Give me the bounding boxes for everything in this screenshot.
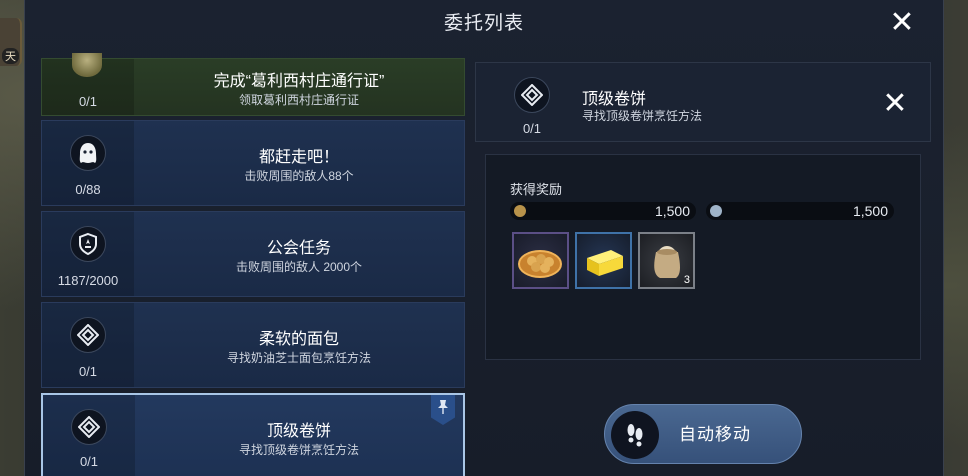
auto-move-label: 自动移动: [679, 425, 751, 444]
reward-slot-flour[interactable]: 3: [638, 232, 695, 289]
side-badge-text: 天: [2, 48, 19, 64]
panel-title: 委托列表: [443, 13, 524, 34]
seed-icon: [72, 53, 102, 77]
silver-reward-bar: 1,500: [706, 202, 894, 220]
auto-move-button[interactable]: 自动移动: [604, 404, 802, 464]
guild-shield-icon: [70, 226, 106, 262]
quest-count: 0/1: [78, 364, 98, 379]
quest-item-left: 0/1: [42, 53, 134, 115]
quest-desc: 击败周围的敌人88个: [244, 169, 354, 183]
gold-reward-value: 1,500: [654, 203, 690, 219]
quest-desc: 寻找顶级卷饼烹饪方法: [238, 443, 359, 457]
quest-list-panel: 委托列表 ✕ 0/1 完成“葛利西村庄通行证” 领取葛利西村庄通行证 0/88 …: [24, 0, 944, 476]
reward-slot-bread[interactable]: [512, 232, 569, 289]
quest-detail-header: 0/1 顶级卷饼 寻找顶级卷饼烹饪方法 ✕: [475, 62, 931, 142]
ghost-icon: [70, 135, 106, 171]
side-status-badge: 天: [0, 18, 22, 66]
close-detail-button[interactable]: ✕: [880, 89, 910, 119]
quest-item-left: 1187/2000: [42, 212, 134, 296]
quest-item-guild[interactable]: 1187/2000 公会任务 击败周围的敌人 2000个: [41, 211, 465, 297]
quest-count: 0/88: [75, 182, 101, 197]
quest-name: 顶级卷饼: [266, 423, 331, 440]
cheese-block-icon: [587, 250, 623, 276]
rewards-label: 获得奖励: [510, 182, 563, 197]
silver-coin-icon: [710, 205, 722, 217]
rewards-box: 获得奖励 1,500 1,500 3: [485, 154, 921, 360]
quest-name: 都赶走吧！: [258, 149, 339, 166]
quest-item-left: 0/1: [43, 395, 135, 476]
recipe-diamond-icon: [514, 77, 550, 113]
close-panel-button[interactable]: ✕: [887, 8, 917, 38]
quest-item-top-wrap[interactable]: 0/1 顶级卷饼 寻找顶级卷饼烹饪方法: [41, 393, 465, 476]
quest-desc: 领取葛利西村庄通行证: [238, 93, 359, 107]
silver-reward-value: 1,500: [852, 203, 888, 219]
quest-desc: 寻找奶油芝士面包烹饪方法: [226, 351, 371, 365]
reward-slot-cheese[interactable]: [575, 232, 632, 289]
quest-item-drive-away[interactable]: 0/88 都赶走吧！ 击败周围的敌人88个: [41, 120, 465, 206]
quest-list: 0/1 完成“葛利西村庄通行证” 领取葛利西村庄通行证 0/88 都赶走吧！ 击…: [41, 53, 465, 476]
gold-reward-bar: 1,500: [510, 202, 696, 220]
detail-desc: 寻找顶级卷饼烹饪方法: [582, 109, 703, 123]
quest-item-left: 0/88: [42, 121, 134, 205]
recipe-diamond-icon: [71, 409, 107, 445]
reward-qty: 3: [683, 274, 690, 286]
quest-name: 完成“葛利西村庄通行证”: [213, 73, 385, 90]
detail-count: 0/1: [522, 121, 542, 136]
bread-basket-icon: [518, 250, 562, 278]
footsteps-icon: [611, 411, 659, 459]
quest-name: 公会任务: [266, 240, 331, 257]
quest-name: 柔软的面包: [258, 331, 339, 348]
quest-count: 1187/2000: [57, 273, 119, 288]
recipe-diamond-icon: [70, 317, 106, 353]
quest-item-soft-bread[interactable]: 0/1 柔软的面包 寻找奶油芝士面包烹饪方法: [41, 302, 465, 388]
quest-count: 0/1: [78, 94, 98, 109]
quest-desc: 击败周围的敌人 2000个: [235, 260, 363, 274]
detail-name: 顶级卷饼: [582, 91, 647, 108]
quest-item-left: 0/1: [42, 303, 134, 387]
gold-coin-icon: [514, 205, 526, 217]
quest-item-village-pass[interactable]: 0/1 完成“葛利西村庄通行证” 领取葛利西村庄通行证: [41, 53, 465, 116]
quest-count: 0/1: [79, 454, 99, 469]
reward-item-slots: 3: [512, 232, 695, 289]
